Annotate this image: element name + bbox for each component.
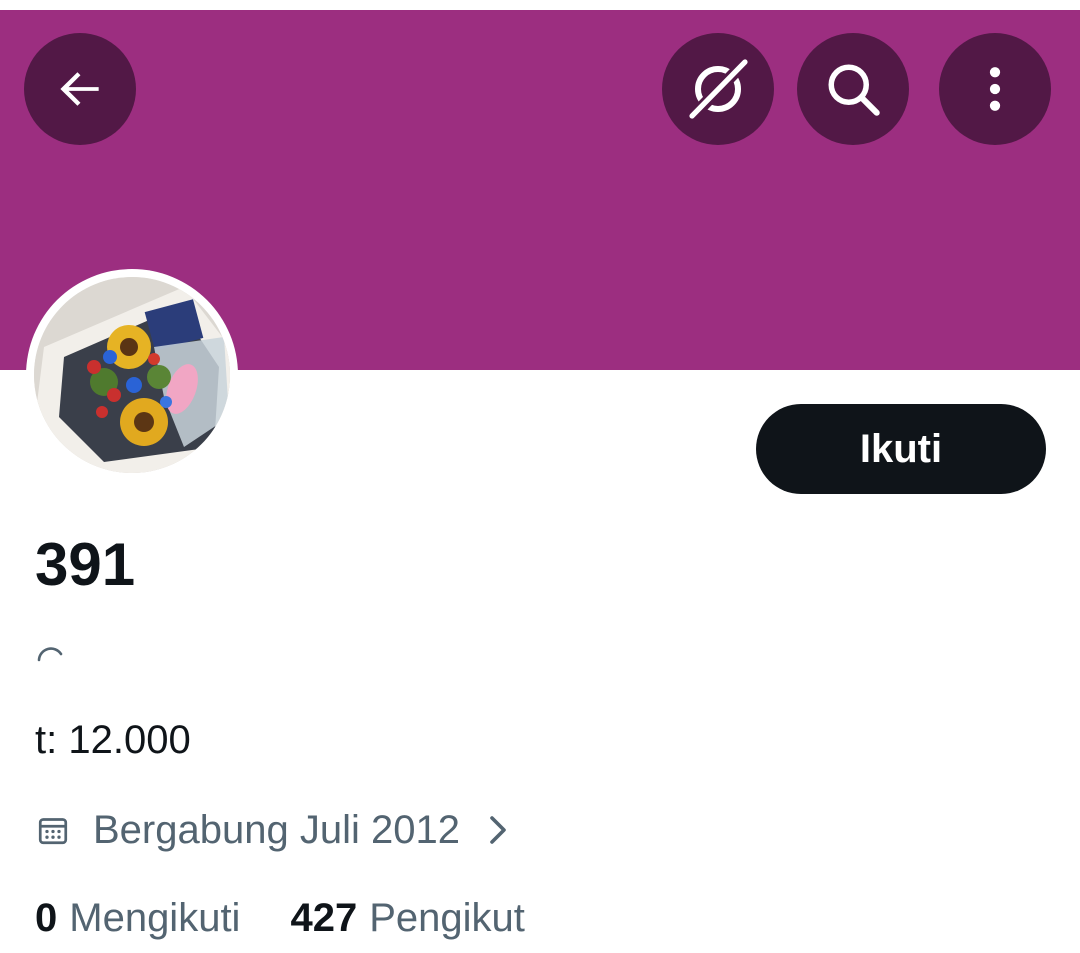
followers-count: 427 bbox=[290, 896, 358, 940]
chevron-right-icon bbox=[486, 812, 510, 848]
profile-bio: t: 12.000 bbox=[35, 718, 191, 762]
search-icon bbox=[828, 64, 880, 116]
arrow-left-icon bbox=[60, 72, 99, 106]
followers-label: Pengikut bbox=[369, 896, 525, 940]
followers-link[interactable]: 427 Pengikut bbox=[290, 892, 524, 944]
grok-button[interactable] bbox=[662, 33, 774, 145]
following-link[interactable]: 0 Mengikuti bbox=[35, 892, 240, 944]
following-label: Mengikuti bbox=[69, 896, 241, 940]
display-name: 391 bbox=[35, 531, 136, 598]
follow-button[interactable]: Ikuti bbox=[756, 404, 1046, 494]
calendar-icon bbox=[35, 812, 71, 848]
more-options-button[interactable] bbox=[939, 33, 1051, 145]
avatar-image bbox=[34, 277, 230, 473]
avatar[interactable] bbox=[26, 269, 238, 481]
follow-stats: 0 Mengikuti 427 Pengikut bbox=[35, 892, 525, 944]
handle-partial-icon bbox=[35, 642, 67, 662]
search-button[interactable] bbox=[797, 33, 909, 145]
profile-page: Ikuti 391 t: 12.000 Bergabung Juli 2012 bbox=[0, 0, 1080, 953]
status-strip bbox=[0, 0, 1080, 10]
back-button[interactable] bbox=[24, 33, 136, 145]
more-vertical-icon bbox=[989, 67, 1001, 111]
joined-date-row[interactable]: Bergabung Juli 2012 bbox=[35, 805, 510, 855]
joined-date-text: Bergabung Juli 2012 bbox=[93, 808, 460, 852]
grok-icon bbox=[687, 58, 749, 122]
following-count: 0 bbox=[35, 896, 58, 940]
